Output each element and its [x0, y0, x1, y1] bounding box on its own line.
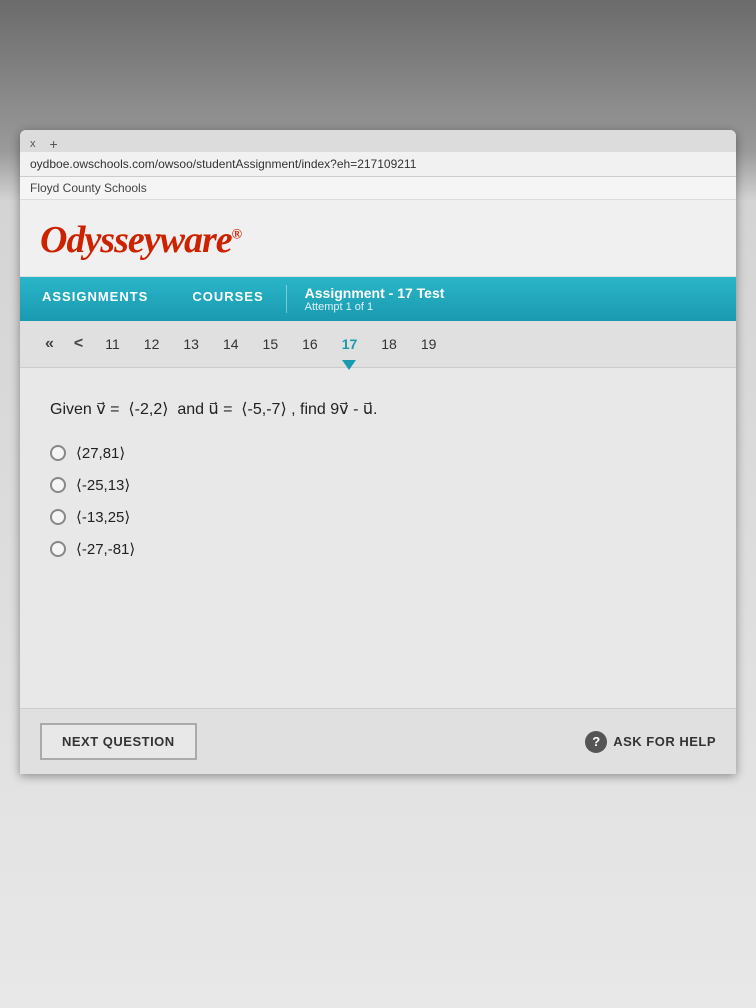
assignment-attempt: Attempt 1 of 1 — [305, 301, 445, 313]
question-footer: NEXT QUESTION ? ASK FOR HELP — [20, 708, 736, 774]
assignment-info: Assignment - 17 Test Attempt 1 of 1 — [287, 277, 463, 321]
bookmark-bar: Floyd County Schools — [20, 177, 736, 200]
logo: Odysseyware® — [40, 219, 241, 261]
url-text: oydboe.owschools.com/owsoo/studentAssign… — [30, 157, 416, 171]
page-first-button[interactable]: « — [35, 331, 64, 357]
answer-option-a[interactable]: ⟨27,81⟩ — [50, 444, 706, 462]
ask-for-help-button[interactable]: ? ASK FOR HELP — [585, 731, 716, 753]
assignment-title: Assignment - 17 Test — [305, 285, 445, 301]
next-question-button[interactable]: NEXT QUESTION — [40, 723, 197, 760]
question-area: Given v⃗ = ⟨-2,2⟩ and u⃗ = ⟨-5,-7⟩ , fin… — [20, 368, 736, 708]
page-16[interactable]: 16 — [290, 332, 330, 356]
page-15[interactable]: 15 — [251, 332, 291, 356]
radio-a[interactable] — [50, 445, 66, 461]
option-d-text: ⟨-27,-81⟩ — [76, 540, 135, 558]
tab-close-button[interactable]: x — [30, 138, 36, 150]
answer-option-c[interactable]: ⟨-13,25⟩ — [50, 508, 706, 526]
option-c-text: ⟨-13,25⟩ — [76, 508, 130, 526]
radio-c[interactable] — [50, 509, 66, 525]
help-icon: ? — [585, 731, 607, 753]
u-vector-label: u⃗ — [208, 401, 218, 418]
page-prev-button[interactable]: < — [64, 331, 93, 357]
page-19[interactable]: 19 — [409, 332, 449, 356]
nav-assignments[interactable]: ASSIGNMENTS — [20, 277, 170, 321]
answer-option-d[interactable]: ⟨-27,-81⟩ — [50, 540, 706, 558]
ask-for-help-label: ASK FOR HELP — [613, 734, 716, 749]
browser-tab-bar: x + — [20, 130, 736, 152]
address-bar[interactable]: oydboe.owschools.com/owsoo/studentAssign… — [20, 152, 736, 177]
radio-b[interactable] — [50, 477, 66, 493]
radio-d[interactable] — [50, 541, 66, 557]
v-vector-label: v⃗ — [96, 401, 105, 418]
question-text: Given v⃗ = ⟨-2,2⟩ and u⃗ = ⟨-5,-7⟩ , fin… — [50, 398, 706, 422]
u-vector-label2: u⃗ — [363, 401, 373, 418]
answer-option-b[interactable]: ⟨-25,13⟩ — [50, 476, 706, 494]
active-page-indicator — [342, 360, 356, 370]
nav-bar: ASSIGNMENTS COURSES Assignment - 17 Test… — [20, 277, 736, 321]
pagination-row: « < 11 12 13 14 15 16 17 18 19 — [20, 321, 736, 368]
option-b-text: ⟨-25,13⟩ — [76, 476, 130, 494]
browser-window: x + oydboe.owschools.com/owsoo/studentAs… — [20, 130, 736, 774]
page-13[interactable]: 13 — [171, 332, 211, 356]
bookmark-item[interactable]: Floyd County Schools — [30, 181, 147, 195]
page-18[interactable]: 18 — [369, 332, 409, 356]
page-12[interactable]: 12 — [132, 332, 172, 356]
site-header: Odysseyware® — [20, 200, 736, 277]
site-content: Odysseyware® ASSIGNMENTS COURSES Assignm… — [20, 200, 736, 774]
page-11[interactable]: 11 — [93, 332, 132, 356]
v-vector-label2: v⃗ — [339, 401, 348, 418]
page-17[interactable]: 17 — [330, 332, 370, 356]
nav-courses[interactable]: COURSES — [170, 277, 285, 321]
new-tab-button[interactable]: + — [50, 136, 58, 152]
page-14[interactable]: 14 — [211, 332, 251, 356]
option-a-text: ⟨27,81⟩ — [76, 444, 125, 462]
